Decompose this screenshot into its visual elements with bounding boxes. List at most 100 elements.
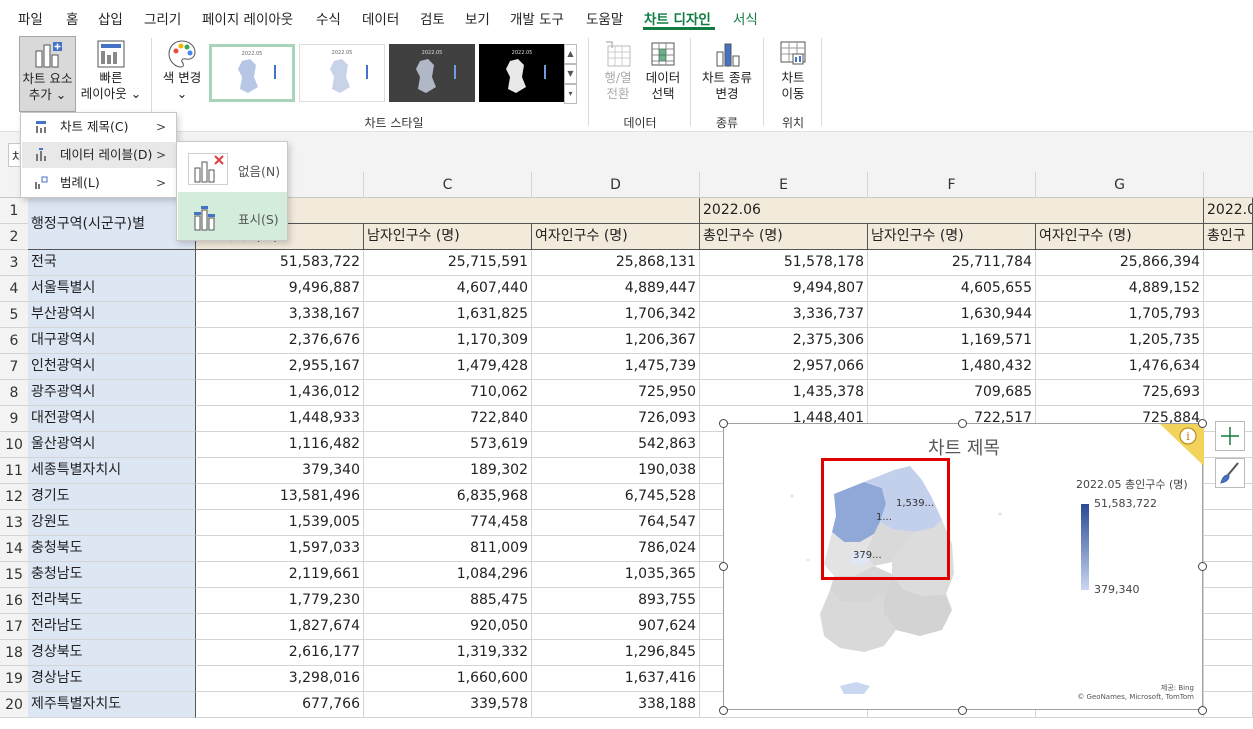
resize-handle-top[interactable]: [958, 419, 967, 428]
submenu-item-none[interactable]: 없음(N): [178, 144, 287, 192]
cell-value[interactable]: [1204, 588, 1253, 614]
styles-more[interactable]: ▾: [564, 84, 577, 104]
cell-value[interactable]: 25,715,591: [364, 250, 532, 276]
resize-handle-top-right[interactable]: [1198, 419, 1207, 428]
column-header-d[interactable]: D: [532, 172, 700, 198]
cell-value[interactable]: 1,296,845: [532, 640, 700, 666]
row-header[interactable]: 7: [0, 354, 28, 380]
cell-value[interactable]: 1,435,378: [700, 380, 868, 406]
cell-region-name[interactable]: 강원도: [28, 510, 196, 536]
cell-value[interactable]: 379,340: [196, 458, 364, 484]
cell-region-name[interactable]: 충청남도: [28, 562, 196, 588]
cell-value[interactable]: [1204, 614, 1253, 640]
cell-region-name[interactable]: 전국: [28, 250, 196, 276]
cell-region-name[interactable]: 대전광역시: [28, 406, 196, 432]
cell-value[interactable]: 1,597,033: [196, 536, 364, 562]
quick-layout-button[interactable]: 빠른 레이아웃 ⌄: [80, 36, 142, 112]
cell-value[interactable]: 3,338,167: [196, 302, 364, 328]
resize-handle-bottom[interactable]: [958, 706, 967, 715]
row-header[interactable]: 16: [0, 588, 28, 614]
tab-page-layout[interactable]: 페이지 레이아웃: [202, 8, 293, 28]
cell-value[interactable]: 786,024: [532, 536, 700, 562]
column-header-g[interactable]: G: [1036, 172, 1204, 198]
tab-draw[interactable]: 그리기: [144, 8, 181, 28]
row-header[interactable]: 17: [0, 614, 28, 640]
select-data-button[interactable]: 데이터 선택: [642, 36, 684, 112]
switch-row-column-button[interactable]: 행/열 전환: [596, 36, 640, 112]
cell-value[interactable]: 2,375,306: [700, 328, 868, 354]
cell-value[interactable]: 2,616,177: [196, 640, 364, 666]
tab-chart-design[interactable]: 차트 디자인: [644, 8, 711, 28]
resize-handle-bottom-left[interactable]: [719, 706, 728, 715]
cell-value[interactable]: [1204, 692, 1253, 718]
cell-region-name[interactable]: 광주광역시: [28, 380, 196, 406]
period-header-2022-06[interactable]: 2022.06: [700, 198, 1204, 224]
tab-data[interactable]: 데이터: [362, 8, 399, 28]
resize-handle-bottom-right[interactable]: [1198, 706, 1207, 715]
cell-value[interactable]: 907,624: [532, 614, 700, 640]
cell-value[interactable]: 4,605,655: [868, 276, 1036, 302]
cell-value[interactable]: 725,950: [532, 380, 700, 406]
tab-file[interactable]: 파일: [18, 8, 43, 28]
cell-value[interactable]: 1,084,296: [364, 562, 532, 588]
column-label[interactable]: 남자인구수 (명): [868, 224, 1036, 250]
row-header[interactable]: 19: [0, 666, 28, 692]
cell-value[interactable]: 339,578: [364, 692, 532, 718]
chart-elements-button[interactable]: [1215, 421, 1245, 451]
cell-value[interactable]: 4,889,447: [532, 276, 700, 302]
cell-region-name[interactable]: 전라남도: [28, 614, 196, 640]
cell-value[interactable]: 1,705,793: [1036, 302, 1204, 328]
cell-value[interactable]: 710,062: [364, 380, 532, 406]
cell-value[interactable]: 25,711,784: [868, 250, 1036, 276]
row-header[interactable]: 10: [0, 432, 28, 458]
cell-value[interactable]: [1204, 302, 1253, 328]
cell-value[interactable]: [1204, 250, 1253, 276]
cell-value[interactable]: 189,302: [364, 458, 532, 484]
cell-value[interactable]: 677,766: [196, 692, 364, 718]
column-label[interactable]: 남자인구수 (명): [364, 224, 532, 250]
cell-value[interactable]: 774,458: [364, 510, 532, 536]
cell-value[interactable]: 764,547: [532, 510, 700, 536]
tab-help[interactable]: 도움말: [586, 8, 623, 28]
submenu-item-show[interactable]: 표시(S): [178, 192, 287, 240]
styles-scroll-up[interactable]: ▲: [564, 44, 577, 64]
resize-handle-top-left[interactable]: [719, 419, 728, 428]
cell-value[interactable]: 1,448,933: [196, 406, 364, 432]
cell-value[interactable]: 190,038: [532, 458, 700, 484]
cell-region-name[interactable]: 전라북도: [28, 588, 196, 614]
cell-value[interactable]: 6,835,968: [364, 484, 532, 510]
cell-value[interactable]: 1,476,634: [1036, 354, 1204, 380]
row-header[interactable]: 2: [0, 224, 28, 250]
cell-value[interactable]: 25,868,131: [532, 250, 700, 276]
header-region[interactable]: 행정구역(시군구)별: [28, 198, 196, 250]
cell-value[interactable]: 1,169,571: [868, 328, 1036, 354]
cell-value[interactable]: 1,116,482: [196, 432, 364, 458]
cell-value[interactable]: [1204, 510, 1253, 536]
cell-value[interactable]: 542,863: [532, 432, 700, 458]
row-header[interactable]: 1: [0, 198, 28, 224]
cell-value[interactable]: 1,319,332: [364, 640, 532, 666]
resize-handle-right[interactable]: [1198, 562, 1207, 571]
cell-value[interactable]: 3,298,016: [196, 666, 364, 692]
row-header[interactable]: 18: [0, 640, 28, 666]
cell-value[interactable]: 725,693: [1036, 380, 1204, 406]
cell-value[interactable]: 1,660,600: [364, 666, 532, 692]
tab-formulas[interactable]: 수식: [316, 8, 341, 28]
cell-region-name[interactable]: 인천광역시: [28, 354, 196, 380]
cell-value[interactable]: 893,755: [532, 588, 700, 614]
row-header[interactable]: 5: [0, 302, 28, 328]
cell-value[interactable]: 9,494,807: [700, 276, 868, 302]
cell-value[interactable]: 1,480,432: [868, 354, 1036, 380]
cell-value[interactable]: 2,957,066: [700, 354, 868, 380]
cell-value[interactable]: 2,955,167: [196, 354, 364, 380]
column-header-f[interactable]: F: [868, 172, 1036, 198]
cell-region-name[interactable]: 경상남도: [28, 666, 196, 692]
cell-value[interactable]: 4,889,152: [1036, 276, 1204, 302]
cell-value[interactable]: 1,436,012: [196, 380, 364, 406]
cell-value[interactable]: 722,840: [364, 406, 532, 432]
column-label[interactable]: 총인구수 (명): [700, 224, 868, 250]
row-header[interactable]: 8: [0, 380, 28, 406]
cell-value[interactable]: 51,583,722: [196, 250, 364, 276]
cell-value[interactable]: 1,630,944: [868, 302, 1036, 328]
row-header[interactable]: 20: [0, 692, 28, 718]
